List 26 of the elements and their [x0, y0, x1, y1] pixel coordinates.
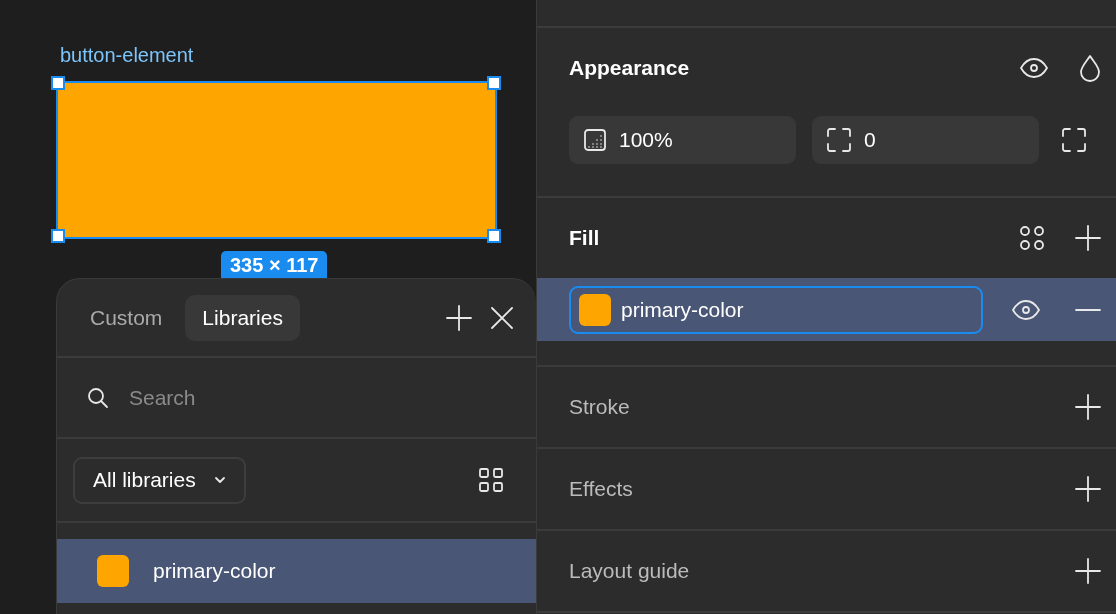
field-value: 0: [864, 128, 876, 152]
fill-name: primary-color: [621, 297, 744, 322]
section-title: Effects: [569, 477, 634, 501]
resize-handle[interactable]: [487, 229, 501, 243]
library-dropdown[interactable]: All libraries: [73, 456, 246, 504]
corner-radius-icon: [826, 127, 852, 153]
field-value: 100%: [619, 128, 673, 152]
tab[interactable]: Custom: [73, 294, 180, 341]
fill-style-field[interactable]: primary-color: [569, 285, 983, 334]
search-field[interactable]: Search: [127, 384, 427, 411]
opacity-icon: [583, 128, 607, 152]
caret-icon: [213, 476, 226, 484]
search-icon: [87, 386, 109, 409]
resize-handle[interactable]: [51, 229, 65, 243]
section-title: Layout guide: [569, 559, 691, 583]
resize-handle[interactable]: [51, 76, 65, 90]
section-title: Stroke: [569, 395, 631, 419]
section-title: Appearance: [569, 56, 691, 80]
corner-radius-field[interactable]: 0: [812, 116, 1039, 164]
opacity-field[interactable]: 100%: [569, 116, 796, 164]
resize-handle[interactable]: [487, 76, 501, 90]
color-style-item[interactable]: primary-color: [57, 539, 536, 603]
section-title: Fill: [569, 226, 601, 250]
frame-name-label: button-element: [60, 44, 194, 67]
style-name: primary-color: [153, 559, 276, 583]
tab[interactable]: Libraries: [185, 294, 300, 341]
